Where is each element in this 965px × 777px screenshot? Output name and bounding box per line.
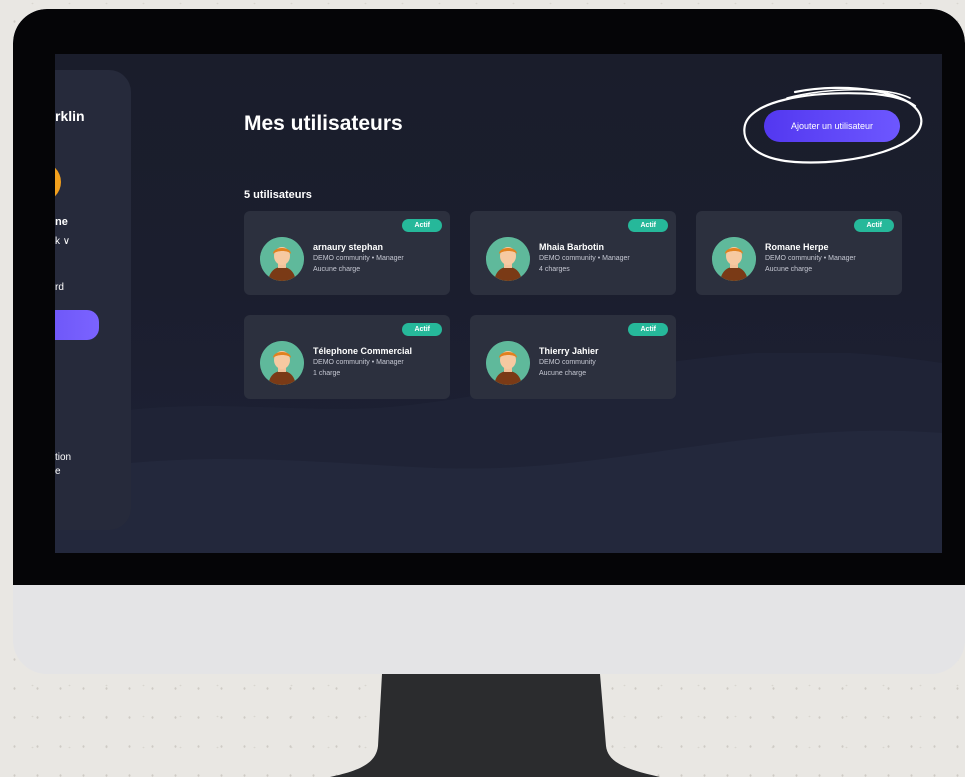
user-charges: 4 charges [539,266,570,273]
sidebar-item-users[interactable]: rs [55,310,99,340]
user-community: DEMO community • Manager [313,359,404,366]
user-charges: Aucune charge [539,370,587,377]
user-card[interactable]: Actif arnaury stephan DEMO community • Man… [244,211,450,295]
sidebar-user-name: ne [55,216,68,228]
hand-drawn-circle [743,86,923,164]
avatar-icon [260,341,304,385]
user-card[interactable]: Actif Romane Herpe DEMO community • Manage… [696,211,902,295]
avatar-icon [486,237,530,281]
status-badge: Actif [402,219,442,232]
sidebar-app-name: rklin [55,108,85,124]
sidebar-user-menu[interactable]: k ∨ [55,236,70,247]
monitor-bezel: rklin ne k ∨ rd rs tion e Mes utilisateu… [13,9,965,585]
app-screen: rklin ne k ∨ rd rs tion e Mes utilisateu… [55,54,942,553]
user-community: DEMO community • Manager [765,255,856,262]
status-badge: Actif [854,219,894,232]
user-name: Télephone Commercial [313,346,413,356]
user-name: Mhaia Barbotin [539,242,605,252]
user-card[interactable]: Actif Télephone Commercial DEMO community … [244,315,450,399]
status-badge: Actif [628,219,668,232]
monitor-frame: rklin ne k ∨ rd rs tion e Mes utilisateu… [13,9,965,674]
avatar-icon [486,341,530,385]
sidebar-item-dashboard[interactable]: rd [55,282,64,293]
user-charges: Aucune charge [765,266,813,273]
page-title: Mes utilisateurs [244,112,403,135]
user-community: DEMO community [539,359,596,366]
sidebar: rklin ne k ∨ rd rs tion e [55,70,131,530]
user-community: DEMO community • Manager [313,255,404,262]
user-name: Thierry Jahier [539,346,599,356]
user-count: 5 utilisateurs [244,189,312,201]
user-name: Romane Herpe [765,242,829,252]
sidebar-item-bottom-1[interactable]: tion [55,452,71,463]
user-charges: Aucune charge [313,266,361,273]
profile-avatar-icon[interactable] [55,162,61,202]
status-badge: Actif [402,323,442,336]
monitor-stand [330,674,660,777]
user-name: arnaury stephan [313,242,384,252]
avatar-icon [260,237,304,281]
user-card[interactable]: Actif Thierry Jahier DEMO community Aucune … [470,315,676,399]
user-community: DEMO community • Manager [539,255,630,262]
user-charges: 1 charge [313,370,341,377]
sidebar-item-bottom-2[interactable]: e [55,466,61,477]
avatar-icon [712,237,756,281]
status-badge: Actif [628,323,668,336]
user-card[interactable]: Actif Mhaia Barbotin DEMO community • Mana… [470,211,676,295]
